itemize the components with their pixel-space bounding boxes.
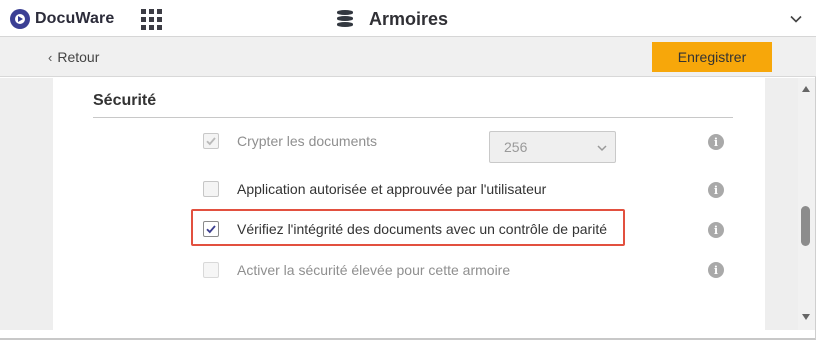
info-icon[interactable]: i	[708, 262, 724, 278]
page-title: Armoires	[369, 8, 449, 29]
logo-text: DocuWare	[35, 10, 115, 27]
integrity-check-checkbox[interactable]	[203, 221, 219, 237]
app-window: DocuWare Armoires ‹ Retour Enregistrer S…	[0, 0, 816, 340]
high-security-checkbox[interactable]	[203, 262, 219, 278]
row-high-security: Activer la sécurité élevée pour cette ar…	[203, 260, 510, 280]
chevron-down-icon[interactable]	[788, 11, 804, 27]
encrypt-documents-label: Crypter les documents	[237, 133, 378, 149]
docuware-logo[interactable]: DocuWare	[10, 9, 114, 29]
chevron-down-icon	[597, 145, 607, 152]
checkmark-icon	[206, 137, 216, 146]
checkmark-icon	[206, 225, 216, 234]
back-button[interactable]: ‹ Retour	[48, 48, 99, 66]
database-icon	[337, 10, 353, 28]
encrypt-documents-checkbox[interactable]	[203, 133, 219, 149]
scroll-down-arrow-icon[interactable]	[802, 314, 810, 320]
row-encrypt-documents: Crypter les documents	[203, 131, 377, 151]
back-label: Retour	[57, 49, 100, 65]
authorized-application-label: Application autorisée et approuvée par l…	[237, 181, 547, 197]
save-button[interactable]: Enregistrer	[652, 42, 772, 72]
app-header: DocuWare Armoires	[0, 0, 816, 37]
scroll-up-arrow-icon[interactable]	[802, 86, 810, 92]
authorized-application-checkbox[interactable]	[203, 181, 219, 197]
docuware-logo-icon	[10, 9, 30, 29]
row-integrity-check: Vérifiez l'intégrité des documents avec …	[203, 219, 607, 239]
section-divider	[93, 117, 733, 118]
row-authorized-application: Application autorisée et approuvée par l…	[203, 179, 546, 199]
info-icon[interactable]: i	[708, 182, 724, 198]
section-title: Sécurité	[93, 92, 157, 109]
scroll-thumb[interactable]	[801, 206, 810, 246]
encryption-strength-select[interactable]: 256	[489, 131, 616, 163]
encryption-strength-value: 256	[504, 139, 528, 155]
apps-grid-icon[interactable]	[141, 9, 163, 31]
toolbar: ‹ Retour Enregistrer	[0, 37, 816, 77]
settings-panel	[53, 78, 765, 330]
high-security-label: Activer la sécurité élevée pour cette ar…	[237, 262, 511, 278]
info-icon[interactable]: i	[708, 134, 724, 150]
integrity-check-label: Vérifiez l'intégrité des documents avec …	[237, 221, 607, 237]
page-title-group: Armoires	[337, 8, 448, 30]
vertical-scrollbar[interactable]	[798, 78, 815, 330]
chevron-left-icon: ‹	[48, 49, 53, 65]
info-icon[interactable]: i	[708, 222, 724, 238]
